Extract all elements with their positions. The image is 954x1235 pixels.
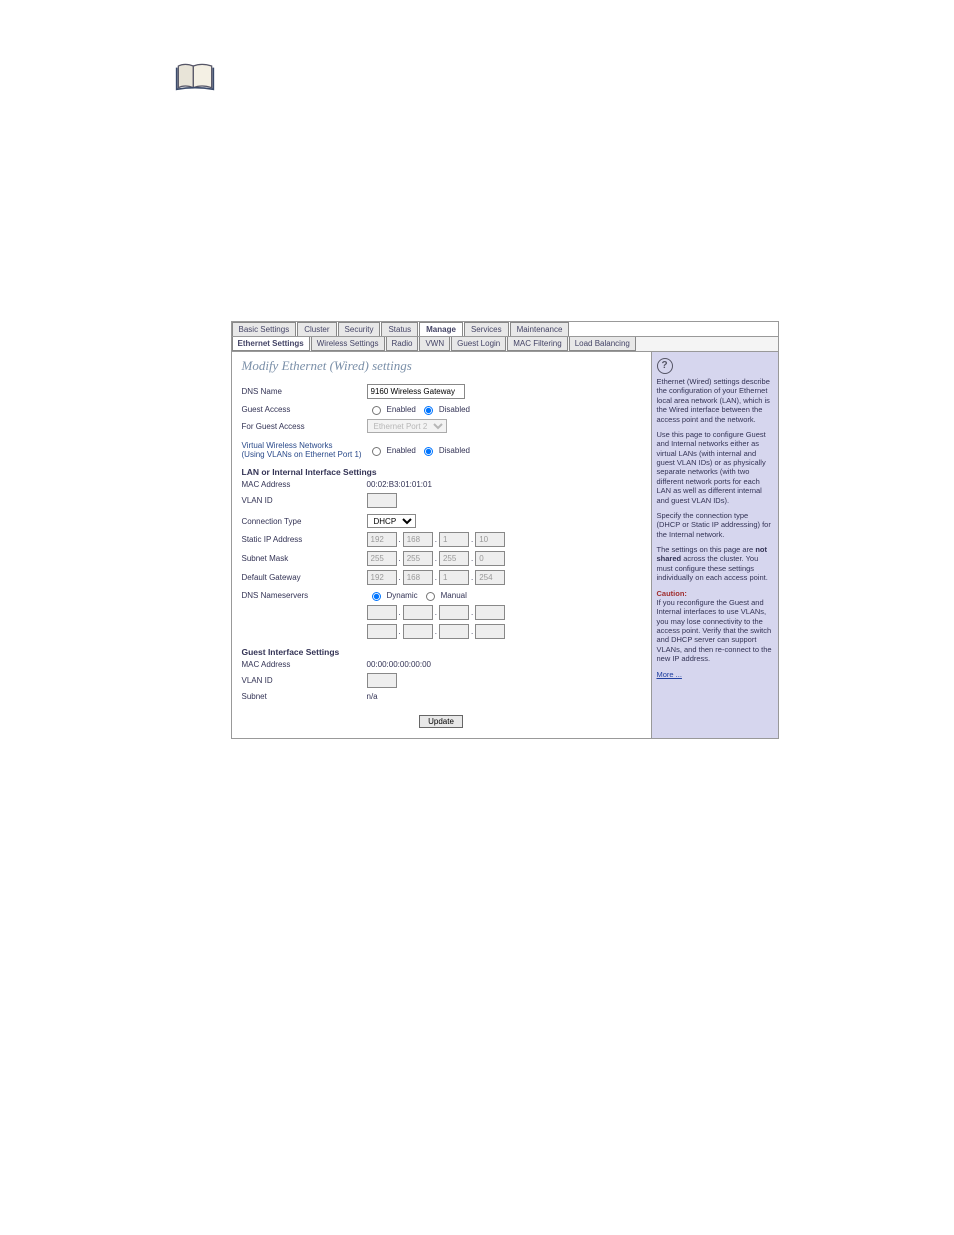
help-icon: ? [657, 358, 673, 374]
gateway-oct4 [475, 570, 505, 585]
gateway-oct2 [403, 570, 433, 585]
guest-section-header: Guest Interface Settings [242, 647, 641, 657]
vwn-disabled-radio[interactable] [424, 447, 433, 456]
guest-subnet-label: Subnet [242, 692, 367, 701]
guest-vlan-input [367, 673, 397, 688]
guest-access-enabled-label: Enabled [387, 405, 416, 414]
primary-tabs: Basic Settings Cluster Security Status M… [232, 322, 778, 337]
subnet-oct4 [475, 551, 505, 566]
tab-services[interactable]: Services [464, 322, 509, 336]
for-guest-access-label: For Guest Access [242, 422, 367, 431]
help-p3: Specify the connection type (DHCP or Sta… [657, 511, 773, 539]
dns1-oct2 [403, 605, 433, 620]
guest-mac-label: MAC Address [242, 660, 367, 669]
caution-text: If you reconfigure the Guest and Interna… [657, 598, 772, 663]
vwn-label-line2: (Using VLANs on Ethernet Port 1) [242, 450, 367, 459]
tab-manage[interactable]: Manage [419, 322, 463, 336]
help-panel: ? Ethernet (Wired) settings describe the… [651, 352, 778, 738]
dns2-oct4 [475, 624, 505, 639]
dns1-oct4 [475, 605, 505, 620]
guest-subnet-value: n/a [367, 692, 378, 701]
lan-mac-label: MAC Address [242, 480, 367, 489]
vwn-enabled-radio[interactable] [372, 447, 381, 456]
guest-vlan-label: VLAN ID [242, 676, 367, 685]
page-title: Modify Ethernet (Wired) settings [242, 358, 641, 374]
static-ip-oct2 [403, 532, 433, 547]
dns2-oct2 [403, 624, 433, 639]
subnet-mask-label: Subnet Mask [242, 554, 367, 563]
subtab-wireless-settings[interactable]: Wireless Settings [311, 337, 385, 351]
static-ip-oct3 [439, 532, 469, 547]
for-guest-access-select: Ethernet Port 2 [367, 419, 447, 433]
subtab-guest-login[interactable]: Guest Login [451, 337, 506, 351]
guest-access-disabled-radio[interactable] [424, 406, 433, 415]
lan-section-header: LAN or Internal Interface Settings [242, 467, 641, 477]
help-p1: Ethernet (Wired) settings describe the c… [657, 377, 773, 424]
gateway-label: Default Gateway [242, 573, 367, 582]
subtab-load-balancing[interactable]: Load Balancing [569, 337, 636, 351]
lan-vlan-label: VLAN ID [242, 496, 367, 505]
book-icon [175, 60, 215, 92]
help-p2: Use this page to configure Guest and Int… [657, 430, 773, 505]
gateway-oct3 [439, 570, 469, 585]
secondary-tabs: Ethernet Settings Wireless Settings Radi… [232, 337, 778, 352]
dns-manual-radio[interactable] [426, 592, 435, 601]
lan-mac-value: 00:02:B3:01:01:01 [367, 480, 432, 489]
static-ip-label: Static IP Address [242, 535, 367, 544]
tab-security[interactable]: Security [338, 322, 381, 336]
static-ip-oct1 [367, 532, 397, 547]
help-p4: The settings on this page are not shared… [657, 545, 773, 583]
dns1-oct3 [439, 605, 469, 620]
conn-type-select[interactable]: DHCP [367, 514, 416, 528]
subtab-radio[interactable]: Radio [386, 337, 419, 351]
more-link[interactable]: More ... [657, 670, 682, 679]
dns-manual-label: Manual [441, 591, 467, 600]
tab-maintenance[interactable]: Maintenance [510, 322, 570, 336]
tab-cluster[interactable]: Cluster [297, 322, 336, 336]
update-button[interactable]: Update [419, 715, 463, 728]
conn-type-label: Connection Type [242, 517, 367, 526]
subtab-ethernet-settings[interactable]: Ethernet Settings [232, 337, 310, 351]
dns-name-input[interactable] [367, 384, 465, 399]
dns-dynamic-radio[interactable] [372, 592, 381, 601]
guest-access-enabled-radio[interactable] [372, 406, 381, 415]
dns-name-label: DNS Name [242, 387, 367, 396]
dns-nameservers-label: DNS Nameservers [242, 591, 367, 600]
dns2-oct3 [439, 624, 469, 639]
guest-access-disabled-label: Disabled [439, 405, 470, 414]
settings-screenshot: Basic Settings Cluster Security Status M… [231, 321, 779, 739]
main-panel: Modify Ethernet (Wired) settings DNS Nam… [232, 352, 651, 738]
vwn-label-line1: Virtual Wireless Networks [242, 441, 367, 450]
subtab-mac-filtering[interactable]: MAC Filtering [507, 337, 567, 351]
subnet-oct2 [403, 551, 433, 566]
static-ip-oct4 [475, 532, 505, 547]
tab-status[interactable]: Status [381, 322, 418, 336]
gateway-oct1 [367, 570, 397, 585]
dns2-oct1 [367, 624, 397, 639]
vwn-disabled-label: Disabled [439, 446, 470, 455]
subtab-vwn[interactable]: VWN [419, 337, 450, 351]
guest-mac-value: 00:00:00:00:00:00 [367, 660, 432, 669]
dns-dynamic-label: Dynamic [387, 591, 418, 600]
tab-basic-settings[interactable]: Basic Settings [232, 322, 297, 336]
lan-vlan-input [367, 493, 397, 508]
vwn-enabled-label: Enabled [387, 446, 416, 455]
subnet-oct3 [439, 551, 469, 566]
subnet-oct1 [367, 551, 397, 566]
guest-access-label: Guest Access [242, 405, 367, 414]
dns1-oct1 [367, 605, 397, 620]
caution-label: Caution: [657, 589, 687, 598]
